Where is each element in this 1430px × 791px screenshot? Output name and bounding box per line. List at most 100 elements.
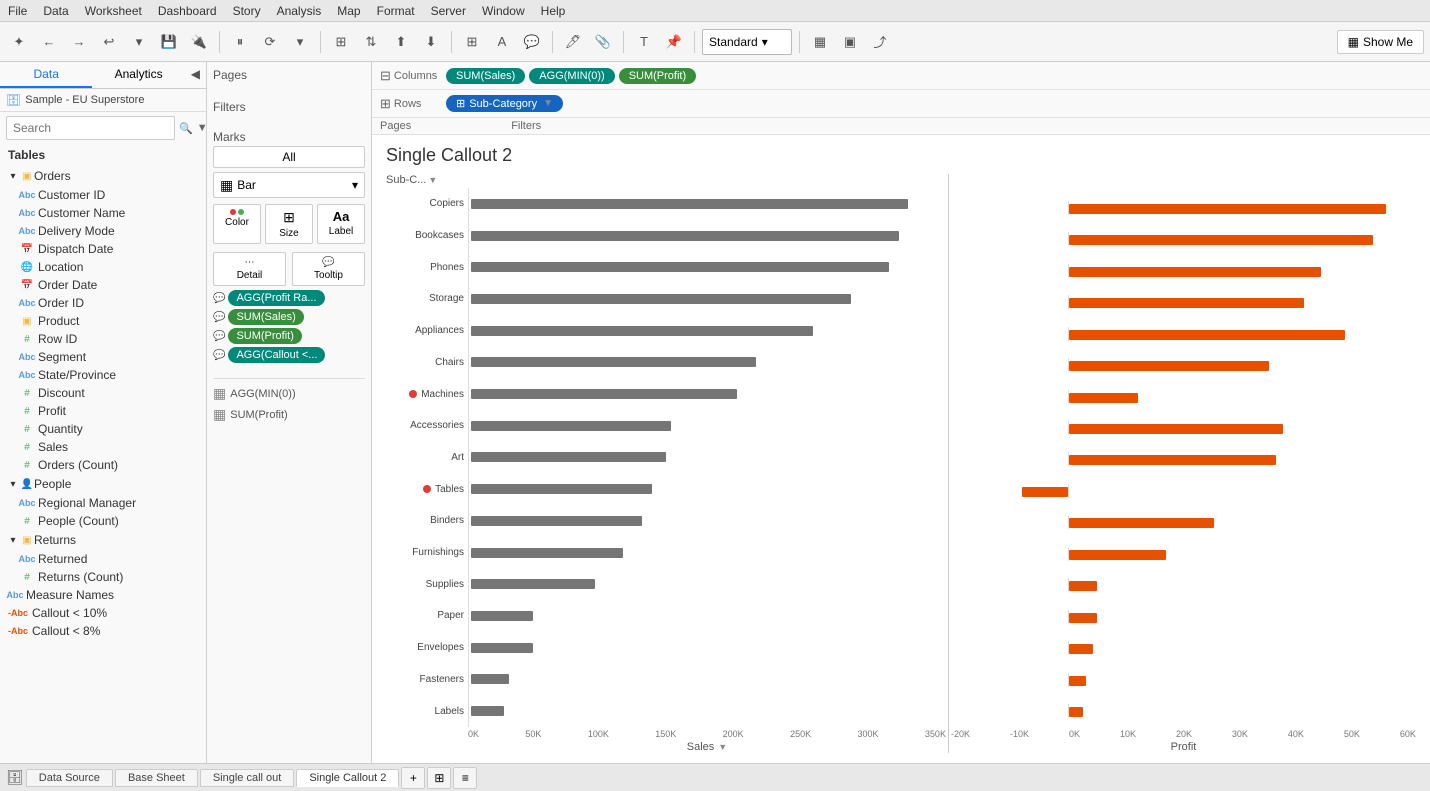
- view-dropdown[interactable]: Standard ▾: [702, 29, 792, 55]
- new-sheet-btn[interactable]: +: [401, 767, 425, 789]
- tree-group-people[interactable]: ▾ 👤 People: [0, 474, 206, 494]
- col-pill-min[interactable]: AGG(MIN(0)): [529, 68, 614, 84]
- tooltip-btn[interactable]: 💬: [519, 29, 545, 55]
- menu-window[interactable]: Window: [482, 4, 525, 18]
- tree-item-quantity[interactable]: # Quantity: [0, 420, 206, 438]
- menu-analysis[interactable]: Analysis: [277, 4, 322, 18]
- subcat-filter-icon[interactable]: ▼: [428, 175, 437, 185]
- tree-item-row-id[interactable]: # Row ID: [0, 330, 206, 348]
- tree-item-delivery-mode[interactable]: Abc Delivery Mode: [0, 222, 206, 240]
- pin-btn[interactable]: 📌: [661, 29, 687, 55]
- sales-sort-icon[interactable]: ▼: [718, 742, 727, 752]
- menu-worksheet[interactable]: Worksheet: [85, 4, 142, 18]
- detail-btn[interactable]: ⋯ Detail: [213, 252, 286, 286]
- profit-pos: [1069, 359, 1414, 371]
- menu-data[interactable]: Data: [43, 4, 68, 18]
- highlight-btn[interactable]: 🖊: [560, 29, 586, 55]
- panel-collapse[interactable]: ◀: [185, 62, 206, 88]
- share-btn[interactable]: ⤴: [867, 29, 893, 55]
- tree-item-orders-count[interactable]: # Orders (Count): [0, 456, 206, 474]
- datasource-name[interactable]: Sample - EU Superstore: [25, 94, 144, 106]
- add-datasource[interactable]: 🔌: [186, 29, 212, 55]
- sort-desc[interactable]: ⬇: [418, 29, 444, 55]
- back-btn[interactable]: ←: [36, 29, 62, 55]
- sep5: [623, 31, 624, 53]
- menu-format[interactable]: Format: [377, 4, 415, 18]
- group-btn[interactable]: ⊞: [459, 29, 485, 55]
- tree-item-order-id[interactable]: Abc Order ID: [0, 294, 206, 312]
- tree-item-callout-8[interactable]: -Abc Callout < 8%: [0, 622, 206, 640]
- tooltip-btn[interactable]: 💬 Tooltip: [292, 252, 365, 286]
- save-btn[interactable]: 💾: [156, 29, 182, 55]
- tree-item-customer-name[interactable]: Abc Customer Name: [0, 204, 206, 222]
- show-me-button[interactable]: ▦ Show Me: [1337, 30, 1424, 54]
- menu-file[interactable]: File: [8, 4, 27, 18]
- tree-item-profit[interactable]: # Profit: [0, 402, 206, 420]
- tables-header: Tables: [0, 144, 206, 166]
- tree-item-sales[interactable]: # Sales: [0, 438, 206, 456]
- undo-dropdown[interactable]: ▾: [126, 29, 152, 55]
- tree-item-regional-manager[interactable]: Abc Regional Manager: [0, 494, 206, 512]
- pill-agg-profit[interactable]: AGG(Profit Ra...: [228, 290, 324, 306]
- tree-item-callout-10[interactable]: -Abc Callout < 10%: [0, 604, 206, 622]
- filter-icon[interactable]: ▼: [543, 98, 553, 109]
- label-btn[interactable]: Aa Label: [317, 204, 365, 244]
- tree-item-dispatch-date[interactable]: 📅 Dispatch Date: [0, 240, 206, 258]
- new-btn[interactable]: ✦: [6, 29, 32, 55]
- sales-axis-labels: 0K 50K 100K 150K 200K 250K 300K 350K: [468, 729, 946, 739]
- text-btn[interactable]: T: [631, 29, 657, 55]
- pill-sum-sales[interactable]: SUM(Sales): [228, 309, 303, 325]
- tree-item-measure-names[interactable]: Abc Measure Names: [0, 586, 206, 604]
- menu-map[interactable]: Map: [337, 4, 360, 18]
- sort-asc[interactable]: ⬆: [388, 29, 414, 55]
- color-btn[interactable]: Color: [213, 204, 261, 244]
- annotate-btn[interactable]: 📎: [590, 29, 616, 55]
- col-pill-sales[interactable]: SUM(Sales): [446, 68, 525, 84]
- story-btn[interactable]: ▣: [837, 29, 863, 55]
- col-pill-profit[interactable]: SUM(Profit): [619, 68, 696, 84]
- tree-item-location[interactable]: 🌐 Location: [0, 258, 206, 276]
- tree-item-discount[interactable]: # Discount: [0, 384, 206, 402]
- label-btn[interactable]: A: [489, 29, 515, 55]
- filter-toggle[interactable]: ▼: [197, 117, 207, 139]
- tree-item-order-date[interactable]: 📅 Order Date: [0, 276, 206, 294]
- tree-item-product[interactable]: ▣ Product: [0, 312, 206, 330]
- refresh-btn[interactable]: ⟳: [257, 29, 283, 55]
- tab-single-callout[interactable]: Single call out: [200, 769, 295, 787]
- tab-data-source[interactable]: Data Source: [26, 769, 113, 787]
- swap-btn[interactable]: ⇅: [358, 29, 384, 55]
- dashboard-btn[interactable]: ▦: [807, 29, 833, 55]
- mark-type-dropdown[interactable]: ▦ Bar ▾: [213, 172, 365, 198]
- marks-all-btn[interactable]: All: [213, 146, 365, 168]
- more-sheets-btn[interactable]: ≡: [453, 767, 477, 789]
- duplicate-sheet-btn[interactable]: ⊞: [427, 767, 451, 789]
- search-button[interactable]: 🔍: [179, 117, 193, 139]
- search-input[interactable]: [6, 116, 175, 140]
- tree-item-segment[interactable]: Abc Segment: [0, 348, 206, 366]
- undo-btn[interactable]: ↩: [96, 29, 122, 55]
- tab-analytics[interactable]: Analytics: [92, 62, 184, 88]
- tab-base-sheet[interactable]: Base Sheet: [115, 769, 198, 787]
- pause-btn[interactable]: ⏸: [227, 29, 253, 55]
- tree-item-returns-count[interactable]: # Returns (Count): [0, 568, 206, 586]
- refresh-dropdown[interactable]: ▾: [287, 29, 313, 55]
- menu-story[interactable]: Story: [233, 4, 261, 18]
- forward-btn[interactable]: →: [66, 29, 92, 55]
- menu-help[interactable]: Help: [541, 4, 566, 18]
- fit-btn[interactable]: ⊞: [328, 29, 354, 55]
- menu-server[interactable]: Server: [431, 4, 466, 18]
- tab-single-callout-2[interactable]: Single Callout 2: [296, 769, 399, 787]
- tree-group-returns[interactable]: ▾ ▣ Returns: [0, 530, 206, 550]
- tab-data[interactable]: Data: [0, 62, 92, 88]
- menu-dashboard[interactable]: Dashboard: [158, 4, 217, 18]
- pill-sum-profit[interactable]: SUM(Profit): [228, 328, 301, 344]
- pill-agg-callout[interactable]: AGG(Callout <...: [228, 347, 325, 363]
- tree-item-customer-id[interactable]: Abc Customer ID: [0, 186, 206, 204]
- tree-item-returned[interactable]: Abc Returned: [0, 550, 206, 568]
- size-btn[interactable]: ⊞ Size: [265, 204, 313, 244]
- tree-group-orders[interactable]: ▾ ▣ Orders: [0, 166, 206, 186]
- tree-item-state[interactable]: Abc State/Province: [0, 366, 206, 384]
- row-pill-subcategory[interactable]: ⊞ Sub-Category ▼: [446, 95, 563, 112]
- tree-item-people-count[interactable]: # People (Count): [0, 512, 206, 530]
- datasource-icon-bottom[interactable]: 🗄: [6, 769, 24, 786]
